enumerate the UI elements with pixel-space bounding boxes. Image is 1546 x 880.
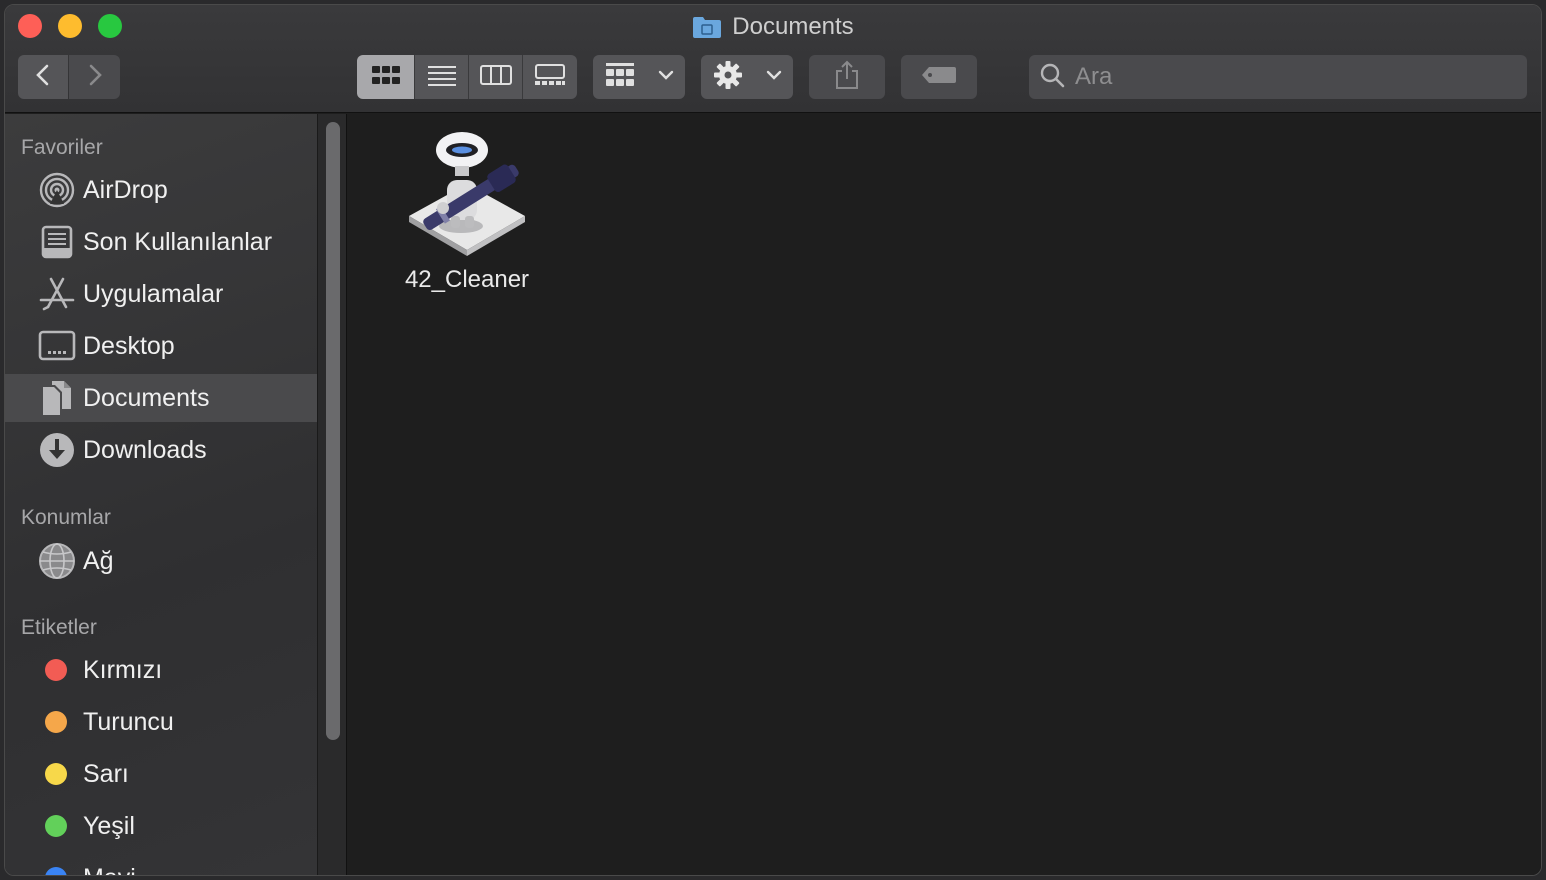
sidebar: Favoriler AirDrop Son Kullanılanlar Uygu… (5, 114, 317, 876)
sidebar-item-tag-yellow[interactable]: Sarı (5, 750, 317, 798)
gallery-view-icon (534, 63, 566, 91)
sidebar-item-label: AirDrop (83, 175, 168, 204)
sidebar-item-desktop[interactable]: Desktop (5, 322, 317, 370)
applications-icon (37, 274, 77, 314)
window-title-text: Documents (732, 13, 854, 40)
list-view-button[interactable] (415, 55, 469, 99)
chevron-down-icon (658, 68, 674, 86)
locations-header: Konumlar (21, 506, 111, 529)
blue-tag-dot (45, 867, 67, 875)
window-title: Documents (5, 13, 1541, 41)
downloads-icon (37, 430, 77, 470)
automator-app-icon (405, 128, 529, 258)
sidebar-item-tag-blue[interactable]: Mavi (5, 854, 317, 876)
group-by-button[interactable] (593, 55, 685, 99)
sidebar-item-downloads[interactable]: Downloads (5, 426, 317, 474)
share-icon (834, 60, 860, 95)
sidebar-item-label: Son Kullanılanlar (83, 227, 273, 256)
tag-icon (921, 65, 957, 90)
chevron-down-icon (766, 68, 782, 86)
toolbar: Documents (5, 5, 1541, 113)
forward-button[interactable] (69, 55, 120, 99)
finder-window: Documents Ara Favoriler AirDrop Son Kull… (4, 4, 1542, 876)
view-mode-segmented-control (357, 55, 577, 99)
sidebar-item-label: Turuncu (83, 707, 174, 736)
search-field[interactable] (1029, 55, 1527, 99)
recents-icon (37, 222, 77, 262)
sidebar-item-airdrop[interactable]: AirDrop (5, 166, 317, 214)
file-item[interactable]: 42_Cleaner (397, 128, 537, 294)
file-browser-content: 42_Cleaner (347, 114, 1541, 875)
sidebar-item-documents[interactable]: Documents (5, 374, 317, 422)
green-tag-dot (45, 815, 67, 837)
tags-header: Etiketler (21, 616, 97, 639)
favorites-header: Favoriler (21, 136, 103, 159)
sidebar-item-label: Documents (83, 383, 210, 412)
sidebar-item-applications[interactable]: Uygulamalar (5, 270, 317, 318)
network-icon (37, 541, 77, 581)
sidebar-item-label: Yeşil (83, 811, 135, 840)
sidebar-item-label: Kırmızı (83, 655, 163, 684)
desktop-icon (37, 326, 77, 366)
documents-icon (37, 378, 77, 418)
file-name: 42_Cleaner (404, 266, 530, 293)
sidebar-item-tag-red[interactable]: Kırmızı (5, 646, 317, 694)
folder-icon (692, 15, 722, 39)
group-grid-icon (605, 62, 635, 93)
icon-view-button[interactable] (357, 55, 415, 99)
list-view-icon (427, 64, 457, 91)
icon-view-icon (371, 64, 401, 91)
column-view-button[interactable] (469, 55, 523, 99)
sidebar-item-tag-orange[interactable]: Turuncu (5, 698, 317, 746)
tag-button[interactable] (901, 55, 977, 99)
sidebar-scrollbar[interactable] (317, 114, 347, 875)
sidebar-item-label: Mavi (83, 864, 136, 876)
sidebar-item-label: Desktop (83, 331, 175, 360)
search-input[interactable] (1075, 63, 1495, 91)
orange-tag-dot (45, 711, 67, 733)
action-menu-button[interactable] (701, 55, 793, 99)
sidebar-item-recents[interactable]: Son Kullanılanlar (5, 218, 317, 266)
red-tag-dot (45, 659, 67, 681)
airdrop-icon (37, 170, 77, 210)
back-button[interactable] (18, 55, 68, 99)
yellow-tag-dot (45, 763, 67, 785)
sidebar-item-tag-green[interactable]: Yeşil (5, 802, 317, 850)
sidebar-item-label: Sarı (83, 759, 129, 788)
sidebar-scrollbar-thumb[interactable] (326, 122, 340, 740)
search-icon (1039, 62, 1065, 93)
sidebar-item-network[interactable]: Ağ (5, 537, 317, 585)
share-button[interactable] (809, 55, 885, 99)
sidebar-item-label: Ağ (83, 546, 114, 575)
gallery-view-button[interactable] (523, 55, 577, 99)
chevron-right-icon (85, 63, 105, 92)
sidebar-item-label: Downloads (83, 435, 207, 464)
column-view-icon (479, 64, 512, 91)
chevron-left-icon (33, 63, 53, 92)
gear-icon (713, 60, 743, 95)
sidebar-item-label: Uygulamalar (83, 279, 224, 308)
